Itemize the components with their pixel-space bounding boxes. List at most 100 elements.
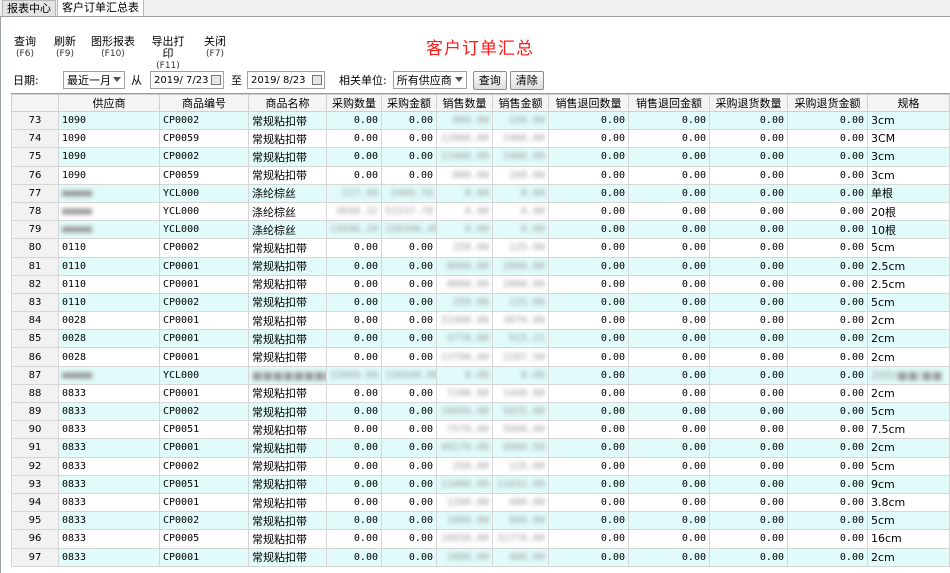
table-row[interactable]: 91 0833 CP0001 常规粘扣带 0.00 0.00 49170.00 9960.50… [11, 438, 950, 458]
column-header[interactable]: 销售退回数量 [548, 94, 629, 112]
table-cell: 0.00 [326, 329, 382, 349]
row-index: 78 [11, 201, 59, 222]
table-cell: 0.00 [628, 220, 710, 240]
tab-report-center[interactable]: 报表中心 [2, 0, 56, 16]
table-row[interactable]: 89 0833 CP0002 常规粘扣带 0.00 0.00 10050.00 5025.00… [11, 401, 950, 422]
export-print-toolbar-button[interactable]: 导出打印 (F11) [147, 26, 189, 74]
row-index: 81 [11, 256, 59, 276]
tab-customer-order-summary[interactable]: 客户订单汇总表 [57, 0, 144, 16]
table-row[interactable]: 90 0833 CP0051 常规粘扣带 0.00 0.00 7570.00 5660.00 0… [11, 420, 950, 440]
table-cell: 2cm [867, 438, 950, 458]
table-cell: 0.00 [381, 474, 437, 494]
column-header[interactable]: 销售数量 [436, 94, 493, 112]
column-header[interactable]: 商品编号 [159, 94, 249, 112]
table-cell: 0110 [58, 292, 160, 313]
table-cell: 0.00 [548, 347, 629, 367]
column-header[interactable]: 供应商 [58, 94, 160, 112]
table-cell: 0.00 [628, 347, 710, 367]
clear-button[interactable]: 清除 [509, 70, 544, 90]
table-row[interactable]: 85 0028 CP0001 常规粘扣带 0.00 0.00 4770.00 915.21 0.… [11, 329, 950, 349]
refresh-toolbar-button[interactable]: 刷新 (F9) [53, 26, 77, 74]
table-row[interactable]: 86 0028 CP0001 常规粘扣带 0.00 0.00 13700.00 2207.50… [11, 347, 950, 367]
table-row[interactable]: 75 1090 CP0002 常规粘扣带 0.00 0.00 12400.00 2400.00… [11, 147, 950, 167]
table-row[interactable]: 88 0833 CP0001 常规粘扣带 0.00 0.00 7200.00 1440.00 0… [11, 383, 950, 404]
table-cell: 0.00 [326, 110, 382, 131]
table-row[interactable]: 76 1090 CP0059 常规粘扣带 0.00 0.00 800.00 160.00 0.0… [11, 165, 950, 185]
table-cell: 5cm [867, 401, 950, 422]
column-header[interactable] [11, 94, 59, 112]
table-cell: 0.00 [709, 420, 788, 440]
table-row[interactable]: 78 ■■■■■ YCL000 涤纶棕丝 4650.32 51537.78 0.00 0.00… [11, 201, 950, 222]
column-header[interactable]: 销售退回金额 [628, 94, 710, 112]
table-row[interactable]: 95 0833 CP0002 常规粘扣带 0.00 0.00 1000.00 500.00 0.… [11, 511, 950, 531]
table-row[interactable]: 84 0028 CP0001 常规粘扣带 0.00 0.00 22400.00 3870.00… [11, 311, 950, 331]
column-header[interactable]: 规格 [867, 94, 950, 112]
chart-report-toolbar-button[interactable]: 图形报表 (F10) [91, 26, 135, 74]
table-cell: CP0002 [159, 401, 249, 422]
table-cell: 0.00 [492, 220, 549, 240]
table-cell: 0.00 [548, 129, 629, 149]
table-cell: 2207.50 [492, 347, 549, 367]
table-row[interactable]: 77 ■■■■■ YCL000 涤纶棕丝 217.40 2409.70 0.00 0.00 0.… [11, 183, 950, 203]
table-cell: 0.00 [548, 420, 629, 440]
table-cell: 0.00 [548, 147, 629, 167]
table-cell: 8000.00 [436, 256, 493, 276]
table-cell: 5660.00 [492, 420, 549, 440]
table-row[interactable]: 79 ■■■■■ YCL000 涤纶棕丝 13596.20 150396.49 0.00 0.… [11, 220, 950, 240]
table-row[interactable]: 93 0833 CP0051 常规粘扣带 0.00 0.00 11000.00 11032.0… [11, 474, 950, 494]
table-cell: 250.00 [436, 456, 493, 476]
table-cell: 0.00 [326, 438, 382, 458]
table-cell: 0.00 [709, 183, 788, 203]
column-header[interactable]: 商品名称 [248, 94, 327, 112]
table-cell: 0.00 [326, 311, 382, 331]
table-row[interactable]: 83 0110 CP0002 常规粘扣带 0.00 0.00 250.00 125.00 0.0… [11, 292, 950, 313]
column-header[interactable]: 采购退货数量 [709, 94, 788, 112]
table-cell: 2.5cm [867, 274, 950, 294]
row-index: 93 [11, 474, 59, 494]
unit-select[interactable]: 所有供应商 [392, 71, 467, 89]
table-cell: 0.00 [381, 383, 437, 404]
column-header[interactable]: 采购退货金额 [787, 94, 868, 112]
table-cell: 0.00 [709, 492, 788, 513]
table-row[interactable]: 73 1090 CP0002 常规粘扣带 0.00 0.00 800.00 160.00 0.0… [11, 110, 950, 131]
table-cell: 0.00 [326, 292, 382, 313]
table-cell: 0833 [58, 511, 160, 531]
period-select[interactable]: 最近一月 [63, 71, 125, 89]
row-index: 76 [11, 165, 59, 185]
close-toolbar-button[interactable]: 关闭 (F7) [203, 26, 227, 74]
table-cell: CP0001 [159, 383, 249, 404]
data-grid[interactable]: 供应商 商品编号 商品名称 采购数量 采购金额 销售数量 销售金额 销售退回数量 销售退回金额采… [11, 93, 950, 573]
table-cell: CP0001 [159, 311, 249, 331]
table-row[interactable]: 74 1090 CP0059 常规粘扣带 0.00 0.00 12000.00 2400.00… [11, 129, 950, 149]
table-row[interactable]: 96 0833 CP0005 常规粘扣带 0.00 0.00 16650.00 31779.0… [11, 529, 950, 549]
table-cell: 2cm [867, 547, 950, 567]
query-toolbar-button[interactable]: 查询 (F6) [13, 26, 37, 74]
table-cell: 常规粘扣带 [248, 129, 327, 149]
table-cell: 0.00 [326, 256, 382, 276]
query-button[interactable]: 查询 [472, 70, 507, 90]
table-cell: 1090 [58, 165, 160, 185]
table-cell: 0.00 [326, 456, 382, 476]
table-row[interactable]: 81 0110 CP0001 常规粘扣带 0.00 0.00 8000.00 2000.00 0… [11, 256, 950, 276]
date-from-picker[interactable]: 2019/ 7/23 [150, 71, 224, 89]
table-cell: 0.00 [628, 129, 710, 149]
date-to-picker[interactable]: 2019/ 8/23 [247, 71, 325, 89]
table-cell: 0.00 [326, 347, 382, 367]
table-row[interactable]: 82 0110 CP0001 常规粘扣带 0.00 0.00 8000.00 2000.00 0… [11, 274, 950, 294]
table-row[interactable]: 92 0833 CP0002 常规粘扣带 0.00 0.00 250.00 125.00 0.0… [11, 456, 950, 476]
table-cell: 0.00 [709, 274, 788, 294]
column-header[interactable]: 采购金额 [381, 94, 437, 112]
column-header[interactable]: 销售金额 [492, 94, 549, 112]
table-cell: 0.00 [787, 220, 868, 240]
column-header[interactable]: 采购数量 [326, 94, 382, 112]
unit-select-value: 所有供应商 [396, 74, 452, 87]
calendar-icon [211, 75, 221, 85]
table-row[interactable]: 94 0833 CP0001 常规粘扣带 0.00 0.00 1200.00 480.00 0.… [11, 492, 950, 513]
table-row[interactable]: 80 0110 CP0002 常规粘扣带 0.00 0.00 250.00 125.00 0.0… [11, 238, 950, 258]
table-cell: 160.00 [492, 110, 549, 131]
table-cell: 常规粘扣带 [248, 456, 327, 476]
table-row[interactable]: 97 0833 CP0001 常规粘扣带 0.00 0.00 2000.00 400.00 0.… [11, 547, 950, 567]
table-cell: 0.00 [548, 401, 629, 422]
close-toolbar-label: 关闭 [204, 35, 226, 48]
table-row[interactable]: 87■■■■■YCL000■■■■■■■■33960.00156040.000.… [11, 365, 950, 385]
